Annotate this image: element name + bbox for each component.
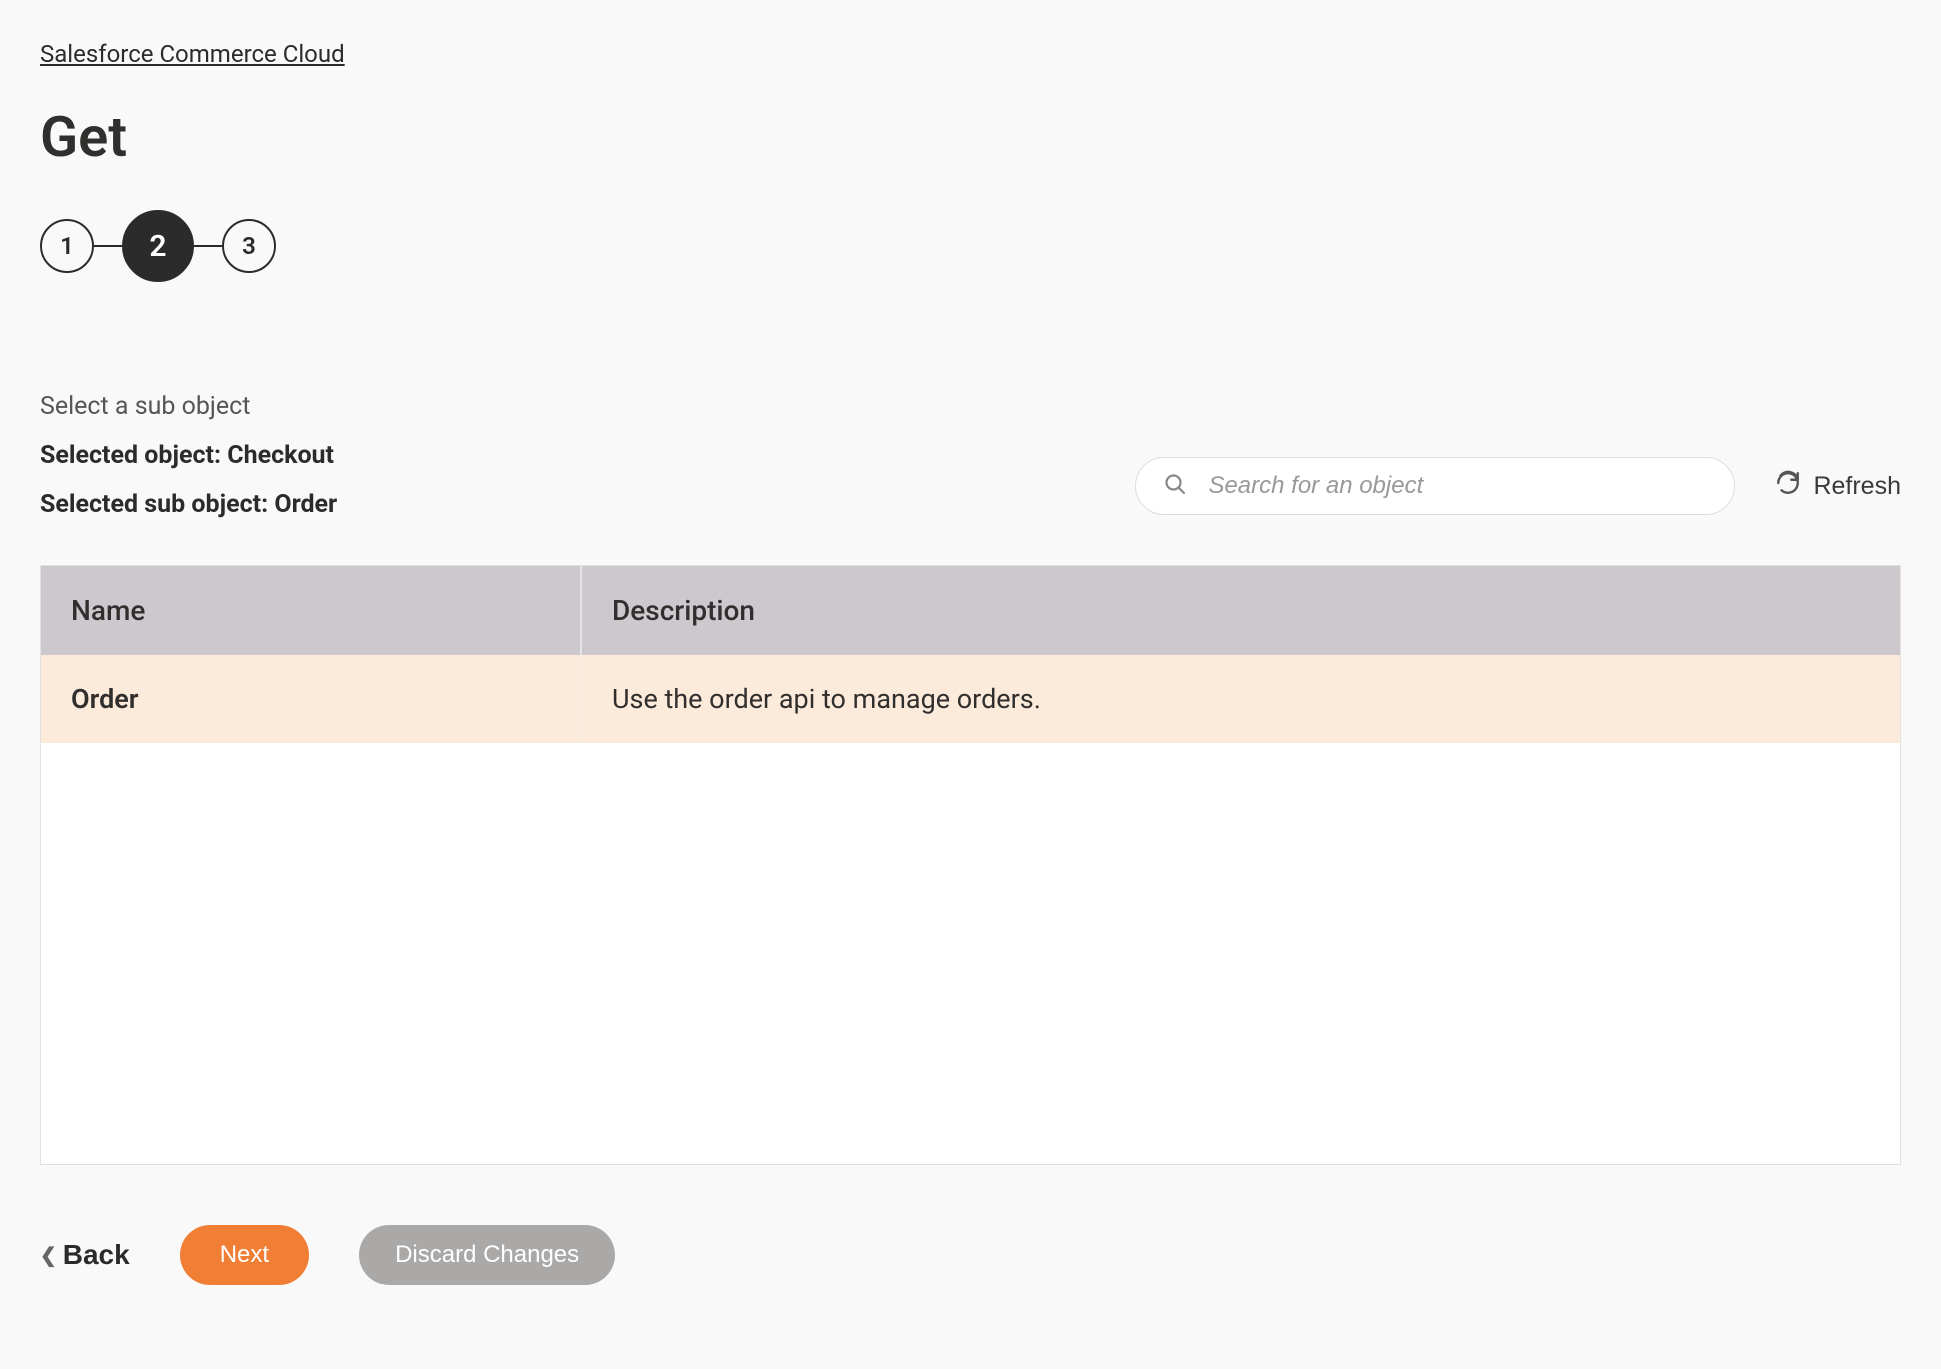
refresh-button[interactable]: Refresh xyxy=(1775,470,1901,503)
refresh-label: Refresh xyxy=(1813,472,1901,501)
chevron-left-icon: ❮ xyxy=(40,1243,57,1268)
search-input[interactable] xyxy=(1135,457,1735,515)
step-2[interactable]: 2 xyxy=(122,210,194,282)
column-header-description[interactable]: Description xyxy=(581,566,1900,655)
page-title: Get xyxy=(40,104,1901,170)
cell-description: Use the order api to manage orders. xyxy=(581,655,1900,743)
step-connector xyxy=(194,245,222,247)
cell-name: Order xyxy=(41,655,581,743)
table-row[interactable]: Order Use the order api to manage orders… xyxy=(41,655,1900,743)
instruction-text: Select a sub object xyxy=(40,392,337,421)
breadcrumb-link[interactable]: Salesforce Commerce Cloud xyxy=(40,40,345,68)
selected-sub-object-label: Selected sub object: Order xyxy=(40,490,337,519)
step-3[interactable]: 3 xyxy=(222,219,276,273)
back-label: Back xyxy=(63,1239,130,1271)
object-table-container: Name Description Order Use the order api… xyxy=(40,565,1901,1165)
column-header-name[interactable]: Name xyxy=(41,566,581,655)
selected-object-label: Selected object: Checkout xyxy=(40,441,337,470)
step-1[interactable]: 1 xyxy=(40,219,94,273)
refresh-icon xyxy=(1775,470,1801,503)
object-table: Name Description Order Use the order api… xyxy=(41,566,1900,743)
search-wrapper xyxy=(1135,457,1735,515)
discard-button[interactable]: Discard Changes xyxy=(359,1225,615,1285)
back-button[interactable]: ❮ Back xyxy=(40,1239,130,1271)
stepper: 1 2 3 xyxy=(40,210,1901,282)
search-icon xyxy=(1163,472,1187,500)
next-button[interactable]: Next xyxy=(180,1225,309,1285)
step-connector xyxy=(94,245,122,247)
footer-actions: ❮ Back Next Discard Changes xyxy=(40,1225,1901,1285)
